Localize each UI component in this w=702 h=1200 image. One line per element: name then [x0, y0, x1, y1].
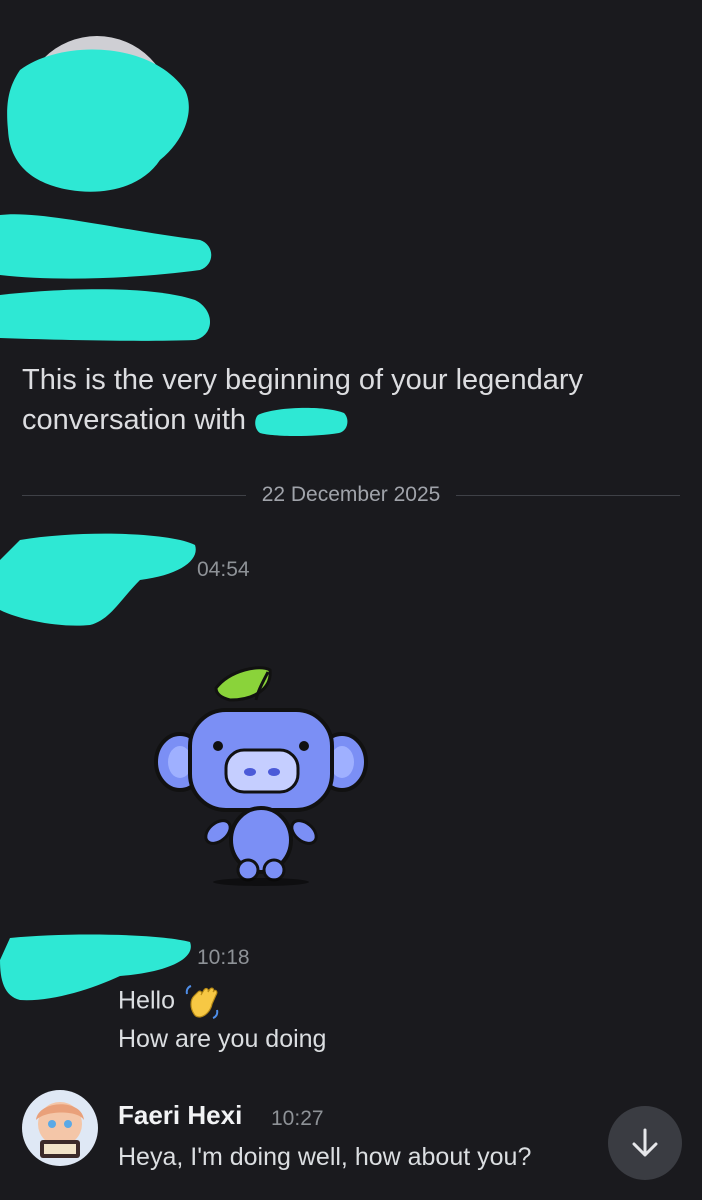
wumpus-sticker[interactable]: [150, 650, 372, 890]
username[interactable]: Faeri Hexi: [118, 1100, 242, 1131]
redaction-scribble: [0, 49, 212, 341]
arrow-down-icon: [632, 1128, 658, 1157]
date-divider: 22 December 2025: [22, 482, 680, 508]
message-line: How are you doing: [118, 1025, 327, 1053]
user-avatar[interactable]: [22, 1090, 98, 1166]
message-timestamp: 04:54: [197, 558, 250, 581]
divider-date: 22 December 2025: [261, 483, 441, 506]
message-line: Hello: [118, 986, 175, 1015]
message-timestamp: 10:27: [271, 1107, 324, 1130]
message-text[interactable]: Hello: [118, 984, 220, 1020]
redaction-scribble: [255, 408, 348, 437]
avatar-image: [22, 1090, 98, 1166]
message-text[interactable]: Heya, I'm doing well, how about you?: [118, 1143, 531, 1172]
redaction-scribble: [0, 533, 196, 626]
conversation-intro: This is the very beginning of your legen…: [22, 364, 583, 437]
divider-line: [22, 494, 246, 496]
waving-hand-icon: [185, 985, 219, 1019]
scroll-to-bottom-button[interactable]: [608, 1106, 682, 1180]
message-timestamp: 10:18: [197, 946, 250, 969]
divider-line: [456, 494, 680, 496]
